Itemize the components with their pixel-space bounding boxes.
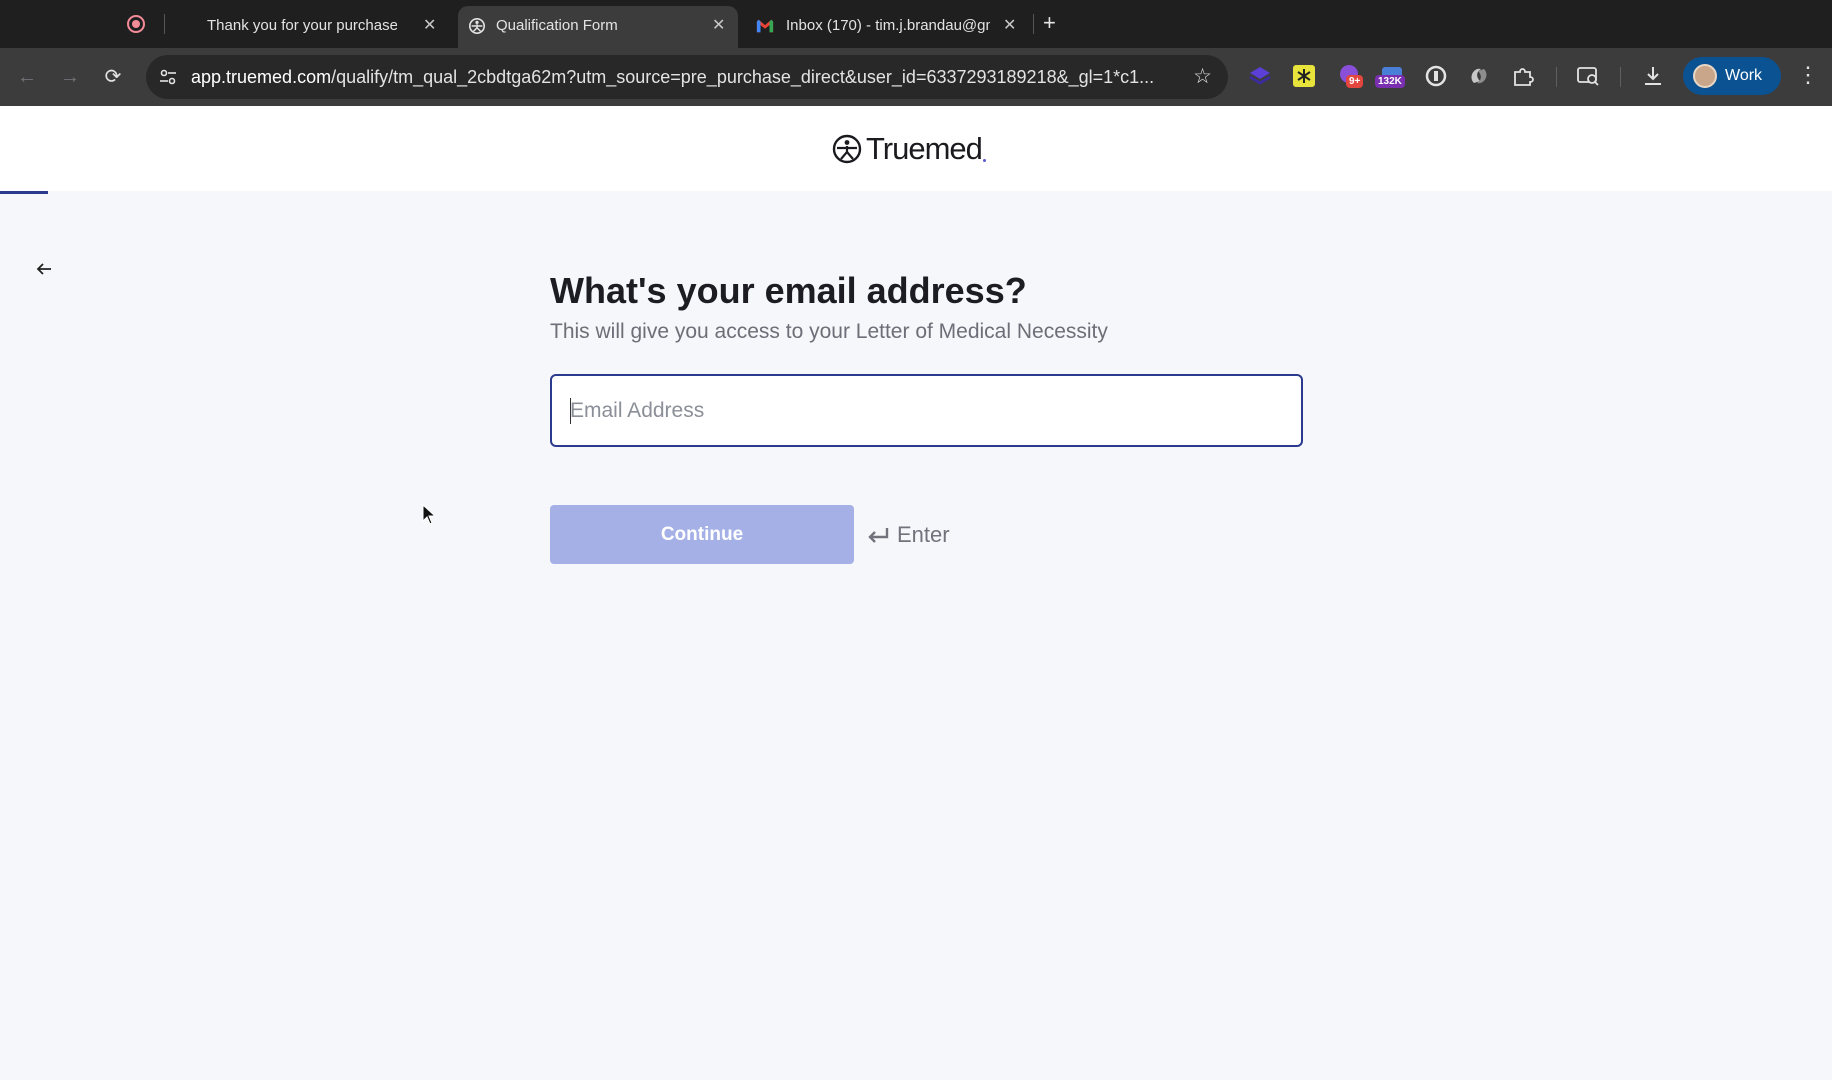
enter-key-icon (868, 528, 889, 543)
url-path: /qualify/tm_qual_2cbdtga62m?utm_source=p… (331, 67, 1155, 87)
profile-button[interactable]: Work (1683, 57, 1781, 95)
enter-hint: Enter (865, 522, 950, 548)
recording-icon[interactable] (127, 15, 145, 33)
download-icon[interactable] (1640, 63, 1666, 89)
password-manager-extension-icon[interactable] (1423, 63, 1449, 89)
stats-extension-icon[interactable]: 132K (1375, 63, 1409, 89)
tab-separator (164, 14, 165, 34)
gmail-icon (756, 19, 774, 33)
tab-title: Qualification Form (496, 17, 618, 34)
mouse-cursor-icon (422, 504, 436, 525)
browser-toolbar: ← → ⟳ app.truemed.com/qualify/tm_qual_2c… (0, 48, 1832, 106)
truemed-logo-icon (832, 134, 862, 164)
close-tab-icon[interactable]: ✕ (1003, 15, 1016, 35)
browser-menu-icon[interactable]: ⋮ (1797, 62, 1819, 88)
truemed-logo[interactable]: Truemed (832, 131, 986, 166)
enter-hint-label: Enter (897, 522, 950, 547)
url-host: app.truemed.com (191, 67, 332, 87)
swirl-extension-icon[interactable] (1466, 63, 1492, 89)
back-button[interactable]: ← (14, 64, 40, 90)
brand-wordmark: Truemed (866, 131, 983, 166)
question-title: What's your email address? (550, 270, 1027, 311)
tab-strip: Thank you for your purchase! ✕ Qualifica… (0, 0, 1832, 48)
tab-search-icon[interactable] (1575, 63, 1601, 89)
truemed-favicon-icon (468, 17, 486, 35)
brand-dot (982, 158, 986, 162)
count-badge: 9+ (1346, 75, 1364, 88)
progress-bar (0, 191, 48, 194)
site-info-icon[interactable] (158, 67, 178, 87)
text-caret (570, 398, 571, 424)
profile-label: Work (1725, 67, 1763, 84)
page-header: Truemed (0, 106, 1832, 191)
toolbar-separator (1556, 67, 1557, 87)
tab-title: Thank you for your purchase! (207, 17, 397, 34)
tab-thank-you[interactable]: Thank you for your purchase! ✕ (190, 6, 440, 48)
asterisk-extension-icon[interactable] (1291, 63, 1317, 89)
layers-extension-icon[interactable] (1247, 63, 1273, 89)
extensions-puzzle-icon[interactable] (1510, 63, 1536, 89)
email-field[interactable] (550, 374, 1303, 447)
reload-button[interactable]: ⟳ (100, 64, 126, 90)
count-badge: 132K (1375, 75, 1405, 88)
continue-button[interactable]: Continue (550, 505, 854, 564)
forward-button[interactable]: → (57, 64, 83, 90)
notifications-extension-icon[interactable]: 9+ (1336, 63, 1364, 89)
avatar (1693, 64, 1717, 88)
question-subtitle: This will give you access to your Letter… (550, 320, 1108, 343)
tab-gmail-inbox[interactable]: Inbox (170) - tim.j.brandau@gmail.com ✕ (750, 6, 1030, 48)
new-tab-button[interactable]: + (1043, 10, 1056, 36)
tab-title: Inbox (170) - tim.j.brandau@gmail.com (786, 17, 990, 34)
url-text[interactable]: app.truemed.com/qualify/tm_qual_2cbdtga6… (191, 67, 1154, 88)
bookmark-star-icon[interactable]: ☆ (1193, 64, 1212, 89)
back-arrow-icon[interactable] (33, 258, 55, 280)
toolbar-separator (1620, 67, 1621, 87)
tab-qualification-form[interactable]: Qualification Form ✕ (458, 6, 738, 48)
close-tab-icon[interactable]: ✕ (712, 15, 725, 35)
close-tab-icon[interactable]: ✕ (423, 15, 436, 35)
address-bar[interactable]: app.truemed.com/qualify/tm_qual_2cbdtga6… (146, 55, 1228, 99)
tab-separator (1033, 14, 1034, 34)
